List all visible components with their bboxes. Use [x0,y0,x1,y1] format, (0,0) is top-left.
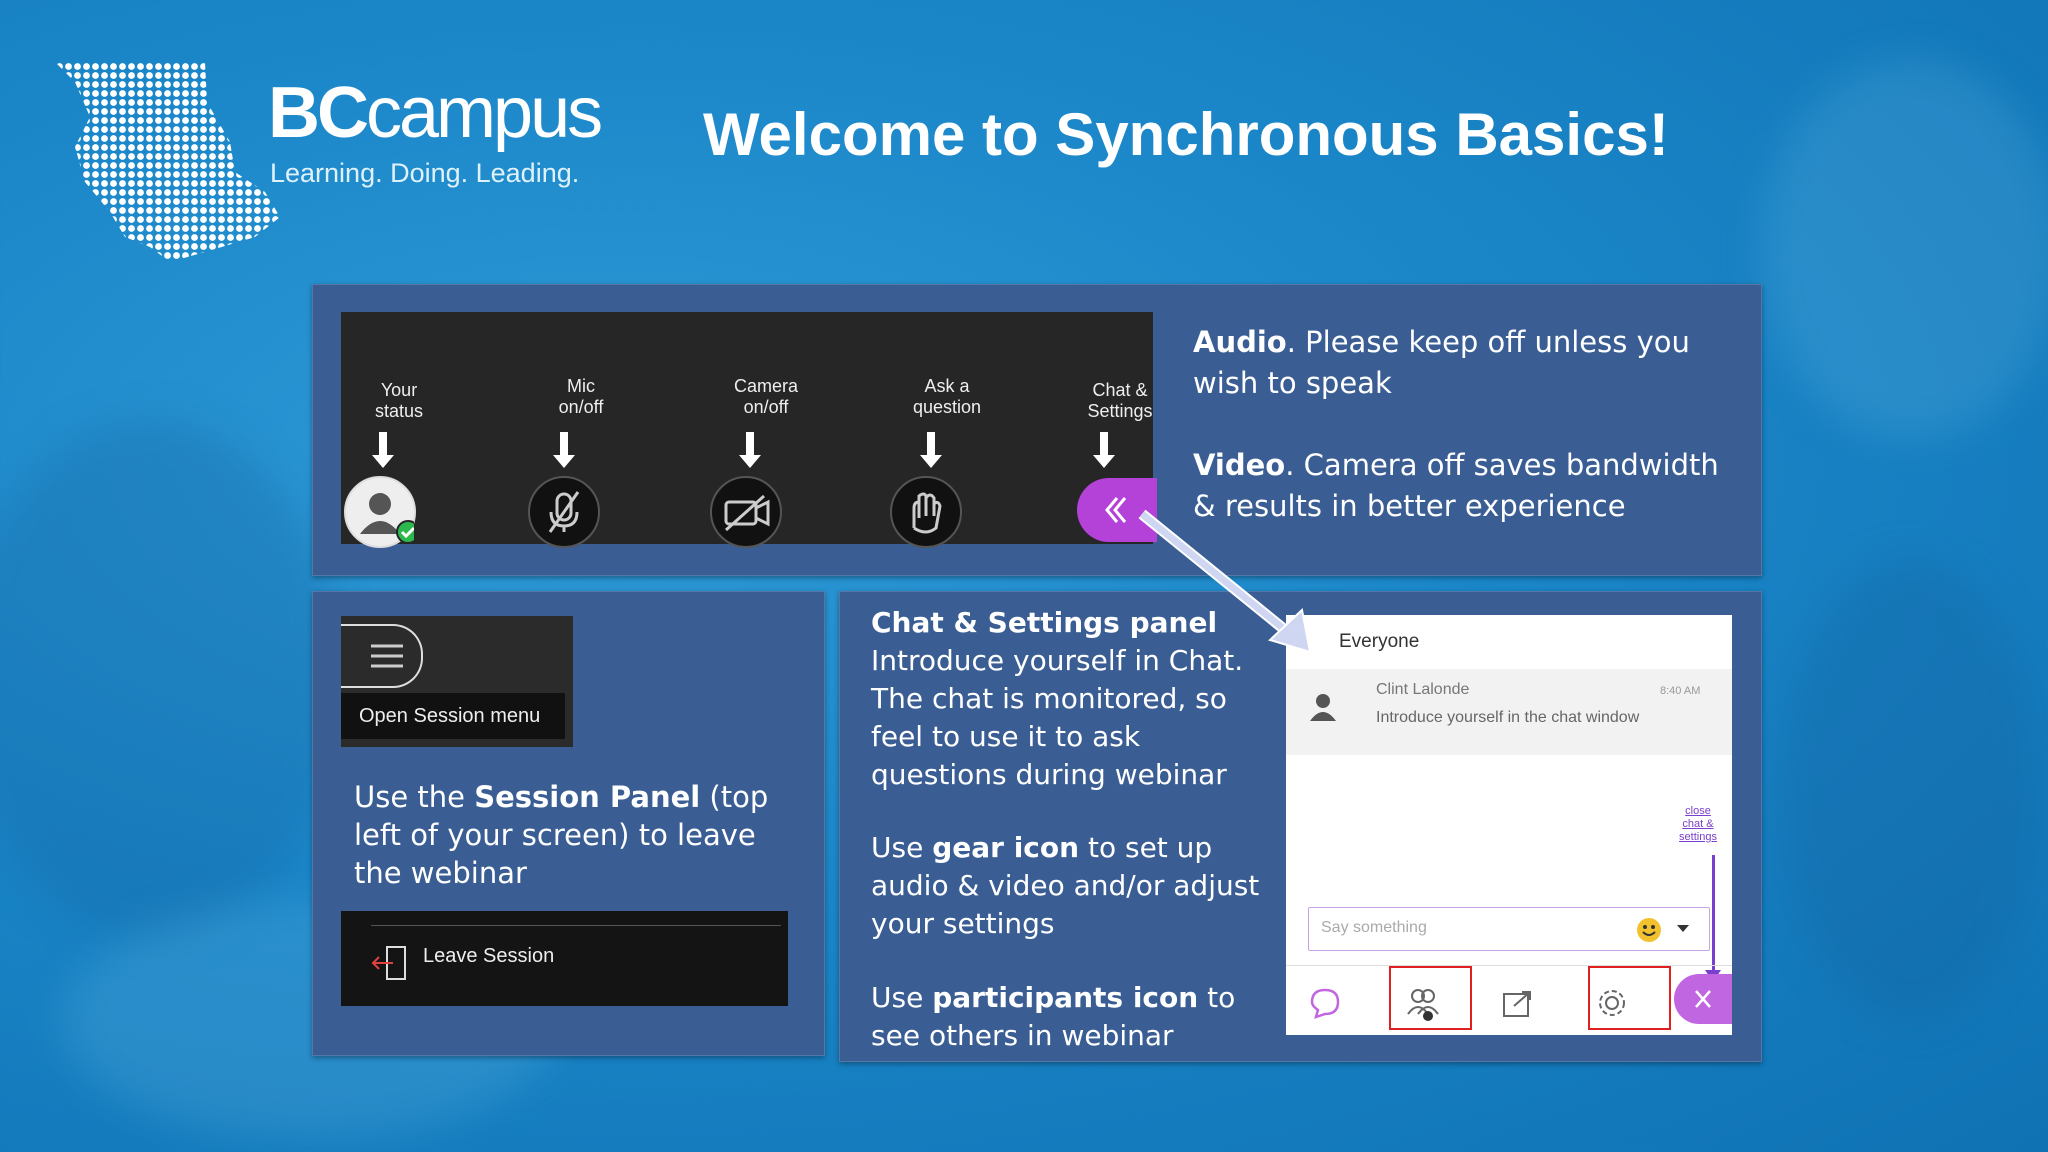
participants-highlight [1389,966,1472,1030]
share-content-icon[interactable] [1500,986,1534,1020]
toolbar-label-status: Your status [374,380,424,421]
close-chat-annotation: close chat & settings [1679,805,1717,843]
session-menu-button[interactable] [341,624,423,688]
toolbar-label-chat: Chat & Settings [1087,380,1153,421]
session-menu-screenshot: Open Session menu [341,616,573,747]
leave-session-button[interactable]: Leave Session [423,945,554,968]
chat-channel-name: Everyone [1339,631,1420,652]
chat-sender: Clint Lalonde [1376,681,1470,698]
chat-bubble-icon[interactable] [1308,986,1342,1020]
background-crowd [1780,560,2040,1020]
callout-arrow [1138,509,1312,654]
background-crowd [1760,60,2048,440]
emoji-icon[interactable] [1635,916,1663,944]
chat-message: Clint Lalonde 8:40 AM Introduce yourself… [1286,669,1732,755]
chat-input[interactable]: Say something [1308,907,1710,951]
chevron-down-icon[interactable] [1677,925,1689,932]
gear-highlight [1588,966,1671,1030]
down-arrow-icon [739,432,761,468]
participants-instructions: Use participants icon to see others in w… [871,981,1236,1052]
leave-door-icon [371,946,406,980]
session-instructions: Use the Session Panel (top left of your … [354,780,769,890]
hamburger-menu-icon [371,644,403,668]
audio-instructions: Audio. Please keep off unless you wish t… [1193,325,1690,400]
bc-map-logo-icon [55,62,280,262]
down-arrow-icon [553,432,575,468]
leave-session-screenshot: Leave Session [341,911,788,1006]
close-icon [1695,990,1711,1008]
chat-message-text: Introduce yourself in the chat window [1376,709,1640,726]
chat-instructions: Introduce yourself in Chat. The chat is … [871,644,1244,791]
bccampus-wordmark: BCcampus [268,73,603,153]
open-session-menu-tooltip: Open Session menu [341,693,565,739]
down-arrow-icon [1093,432,1115,468]
logo-tagline: Learning. Doing. Leading. [270,158,580,188]
toolbar-label-mic: Mic on/off [558,376,604,417]
background-crowd [0,420,340,940]
toolbar-label-camera: Camera on/off [733,376,799,417]
camera-off-icon[interactable] [710,476,782,548]
down-arrow-icon [372,432,394,468]
divider [371,925,781,926]
gear-instructions: Use gear icon to set up audio & video an… [871,831,1260,940]
raise-hand-icon[interactable] [890,476,962,548]
chat-header: ‹ Everyone [1286,615,1732,670]
page-title: Welcome to Synchronous Basics! [703,101,1669,168]
user-status-icon[interactable] [344,476,416,548]
chat-timestamp: 8:40 AM [1660,685,1701,697]
toolbar-label-question: Ask a question [912,376,982,417]
close-chat-button[interactable] [1674,974,1732,1024]
avatar [1310,694,1336,721]
down-arrow-icon [920,432,942,468]
chat-input-placeholder: Say something [1321,919,1427,936]
annotation-arrow [1712,855,1715,975]
mic-off-icon[interactable] [528,476,600,548]
